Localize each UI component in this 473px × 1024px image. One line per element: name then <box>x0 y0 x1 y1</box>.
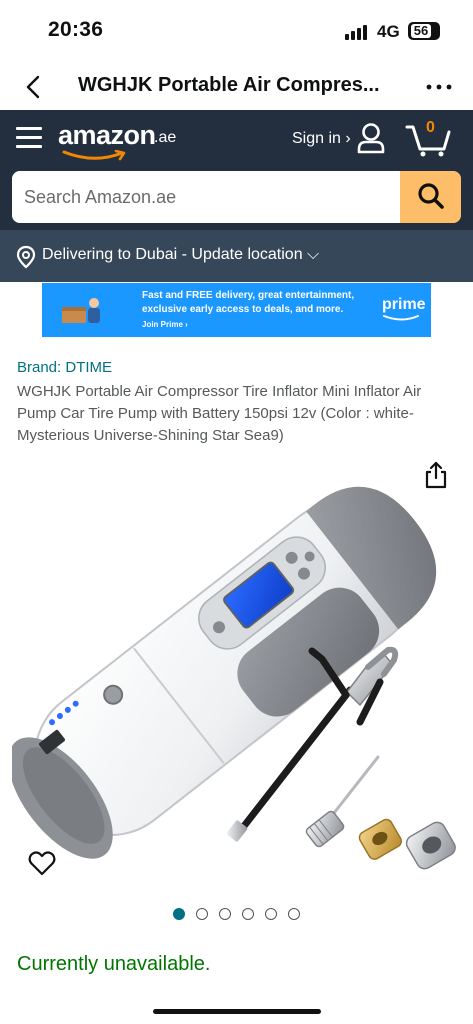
banner-line-1: Fast and FREE delivery, great entertainm… <box>142 290 355 301</box>
carousel-dot-1[interactable] <box>173 908 185 920</box>
brand-link[interactable]: Brand: DTIME <box>17 359 112 376</box>
status-time: 20:36 <box>48 18 104 41</box>
location-pin-icon <box>16 245 36 269</box>
amazon-header: amazon .ae Sign in › 0 <box>0 110 473 230</box>
search-input[interactable] <box>12 171 400 223</box>
logo-text: amazon <box>58 120 156 150</box>
chevron-left-icon <box>26 75 40 99</box>
status-bar: 20:36 4G 56 <box>0 0 473 62</box>
image-carousel-dots <box>173 908 303 922</box>
availability-status: Currently unavailable. <box>17 953 211 975</box>
wishlist-button[interactable] <box>28 850 56 876</box>
user-icon[interactable] <box>356 122 386 154</box>
carousel-dot-2[interactable] <box>196 908 208 920</box>
carousel-dot-4[interactable] <box>242 908 254 920</box>
signal-icon <box>345 24 369 40</box>
more-button[interactable] <box>424 72 454 102</box>
product-title: WGHJK Portable Air Compressor Tire Infla… <box>17 383 422 444</box>
title-bar: WGHJK Portable Air Compres... <box>0 62 473 110</box>
prime-banner[interactable]: Fast and FREE delivery, great entertainm… <box>42 283 431 337</box>
air-compressor-illustration <box>8 486 456 870</box>
product-image[interactable] <box>8 452 461 882</box>
signin-link[interactable]: Sign in › <box>292 130 351 148</box>
share-button[interactable] <box>422 460 450 490</box>
carousel-dot-5[interactable] <box>265 908 277 920</box>
search-icon <box>417 182 444 209</box>
delivery-box-icon <box>62 298 100 323</box>
back-button[interactable] <box>20 72 50 102</box>
carousel-dot-6[interactable] <box>288 908 300 920</box>
search-bar <box>12 171 461 223</box>
battery-level: 56 <box>411 24 431 38</box>
join-prime-link[interactable]: Join Prime › <box>142 320 188 329</box>
cart-count: 0 <box>426 119 435 136</box>
smile-icon <box>62 150 126 161</box>
page-title: WGHJK Portable Air Compres... <box>78 74 380 96</box>
banner-line-2: exclusive early access to deals, and mor… <box>142 304 344 315</box>
heart-icon <box>28 851 56 876</box>
delivery-location-bar[interactable]: Delivering to Dubai - Update location ⌵ <box>0 230 473 282</box>
hamburger-icon[interactable] <box>16 125 44 151</box>
carousel-dot-3[interactable] <box>219 908 231 920</box>
network-label: 4G <box>377 22 400 41</box>
logo-tld: .ae <box>154 129 177 146</box>
prime-logo: prime <box>382 296 426 313</box>
amazon-logo[interactable]: amazon .ae <box>58 120 198 162</box>
prime-smile-icon <box>383 315 419 321</box>
ellipsis-icon <box>426 84 452 90</box>
search-button[interactable] <box>400 171 461 223</box>
delivery-text: Delivering to Dubai - Update location ⌵ <box>42 246 320 263</box>
battery-icon: 56 <box>408 22 440 40</box>
share-icon <box>425 461 447 489</box>
cart-button[interactable]: 0 <box>404 118 452 158</box>
home-indicator[interactable] <box>153 1009 321 1014</box>
